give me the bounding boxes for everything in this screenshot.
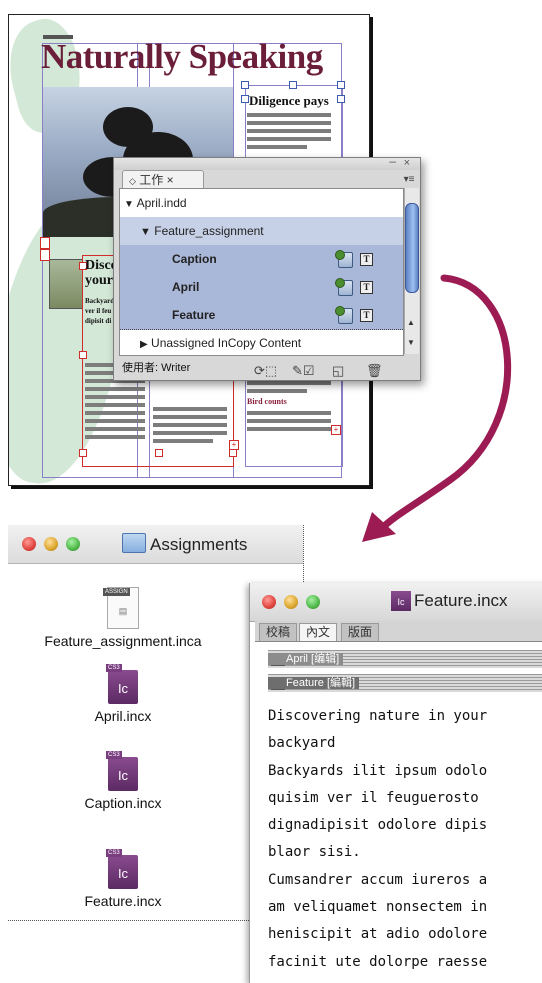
file-item[interactable]: Ic April.incx <box>18 664 228 724</box>
story-bar-april[interactable]: ▽ April [编辑] <box>268 650 542 668</box>
file-name: Caption.incx <box>84 795 162 811</box>
window-titlebar[interactable]: Ic Feature.incx <box>250 583 542 622</box>
incx-file-icon: Ic <box>106 751 138 791</box>
minimize-button[interactable] <box>284 595 298 609</box>
text-line: Cumsandrer accum iureros a <box>268 871 488 888</box>
incx-file-icon: Ic <box>106 849 138 889</box>
text-line: Backyards ilit ipsum odolo <box>268 762 488 779</box>
file-name: April.incx <box>94 708 152 724</box>
text-line: facinit ute dolorpe raesse <box>268 953 488 970</box>
tab-galley[interactable]: 校稿 <box>259 623 298 641</box>
text-line: Discovering nature in your <box>268 708 488 724</box>
window-titlebar[interactable]: Assignments <box>8 525 303 564</box>
text-line: backyard <box>268 735 336 752</box>
window-title: Feature.incx <box>414 591 508 610</box>
file-name: Feature.incx <box>84 893 162 909</box>
text-line: heniscipit at adio odolore <box>268 926 488 943</box>
text-line: quisim ver il feuguerosto <box>268 789 479 806</box>
inca-file-icon: ▤ <box>103 587 139 629</box>
file-item[interactable]: Ic Feature.incx <box>18 849 228 909</box>
incx-file-icon: Ic <box>106 664 138 704</box>
story-bar-feature[interactable]: ▽ Feature [編輯] <box>268 674 542 692</box>
view-tabs: 校稿 內文 版面 <box>255 621 542 642</box>
story-text[interactable]: Discovering nature in your backyard Backya… <box>268 703 542 976</box>
close-button[interactable] <box>22 537 36 551</box>
feature-incx-window: Ic Feature.incx 校稿 內文 版面 ▽ April [编辑] ▽ … <box>249 583 542 983</box>
story-bar-label: Feature [編輯] <box>268 677 360 689</box>
folder-icon <box>122 533 146 553</box>
zoom-button[interactable] <box>306 595 320 609</box>
zoom-button[interactable] <box>66 537 80 551</box>
minimize-button[interactable] <box>44 537 58 551</box>
story-bar-label: April [编辑] <box>268 653 344 665</box>
tab-story[interactable]: 內文 <box>299 623 338 641</box>
text-line: blaor sisi. <box>268 844 361 861</box>
tab-layout[interactable]: 版面 <box>341 623 380 641</box>
incopy-document-icon: Ic <box>391 591 411 611</box>
text-line: dignadipisit odolore dipis <box>268 817 488 834</box>
file-name: Feature_assignment.inca <box>44 633 202 649</box>
close-button[interactable] <box>262 595 276 609</box>
window-title: Assignments <box>150 535 248 554</box>
file-item[interactable]: ▤ Feature_assignment.inca <box>18 587 228 649</box>
text-line: am veliquamet nonsectem in <box>268 899 488 916</box>
file-item[interactable]: Ic Caption.incx <box>18 751 228 811</box>
